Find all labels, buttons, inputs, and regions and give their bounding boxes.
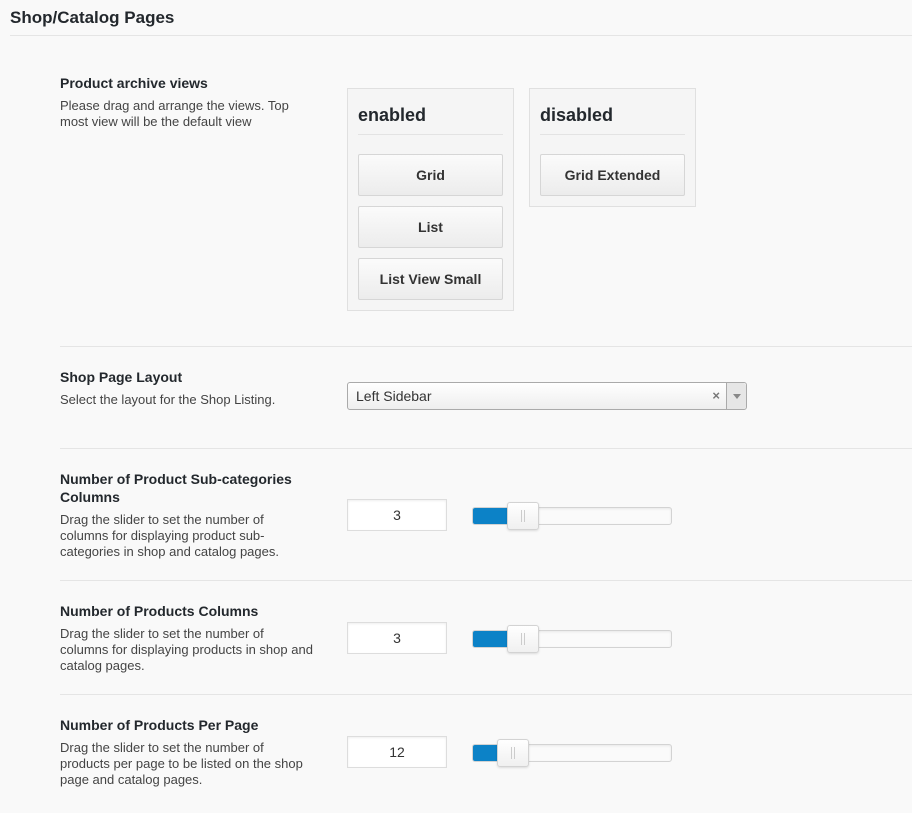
enabled-heading: enabled [358, 89, 503, 135]
view-item-list[interactable]: List [358, 206, 503, 248]
products-per-page-label: Number of Products Per Page Drag the sli… [60, 716, 315, 788]
subcategory-columns-description: Drag the slider to set the number of col… [60, 512, 279, 559]
products-per-page-slider[interactable] [472, 739, 672, 767]
slider-handle[interactable] [496, 739, 529, 767]
slider-handle[interactable] [506, 502, 539, 530]
slider-handle[interactable] [506, 625, 539, 653]
product-columns-input[interactable]: 3 [347, 622, 447, 654]
row-divider [60, 346, 912, 347]
subcategory-columns-title: Number of Product Sub-categories Columns [60, 471, 292, 505]
subcategory-columns-label: Number of Product Sub-categories Columns… [60, 470, 315, 560]
product-columns-description: Drag the slider to set the number of col… [60, 626, 313, 673]
section-divider [10, 35, 912, 36]
enabled-views-list[interactable]: enabled Grid List List View Small [347, 88, 514, 311]
disabled-views-list[interactable]: disabled Grid Extended [529, 88, 696, 207]
section-title: Shop/Catalog Pages [10, 8, 175, 27]
products-per-page-title: Number of Products Per Page [60, 717, 259, 733]
archive-views-description: Please drag and arrange the views. Top m… [60, 98, 289, 129]
products-per-page-description: Drag the slider to set the number of pro… [60, 740, 303, 787]
archive-views-title: Product archive views [60, 75, 208, 91]
products-per-page-input[interactable]: 12 [347, 736, 447, 768]
row-divider [60, 580, 912, 581]
view-item-grid[interactable]: Grid [358, 154, 503, 196]
shop-layout-selected-value: Left Sidebar [356, 388, 432, 404]
product-columns-slider[interactable] [472, 625, 672, 653]
view-item-grid-extended[interactable]: Grid Extended [540, 154, 685, 196]
subcategory-columns-slider[interactable] [472, 502, 672, 530]
subcategory-columns-input[interactable]: 3 [347, 499, 447, 531]
shop-layout-label: Shop Page Layout Select the layout for t… [60, 368, 315, 408]
view-item-list-view-small[interactable]: List View Small [358, 258, 503, 300]
chevron-down-icon[interactable] [726, 383, 746, 409]
row-divider [60, 448, 912, 449]
clear-icon[interactable]: × [712, 388, 720, 403]
product-columns-title: Number of Products Columns [60, 603, 259, 619]
product-columns-label: Number of Products Columns Drag the slid… [60, 602, 315, 674]
shop-layout-description: Select the layout for the Shop Listing. [60, 392, 276, 407]
row-divider [60, 694, 912, 695]
archive-views-label: Product archive views Please drag and ar… [60, 74, 315, 130]
shop-layout-title: Shop Page Layout [60, 369, 183, 385]
disabled-heading: disabled [540, 89, 685, 135]
shop-layout-select[interactable]: Left Sidebar × [347, 382, 747, 410]
